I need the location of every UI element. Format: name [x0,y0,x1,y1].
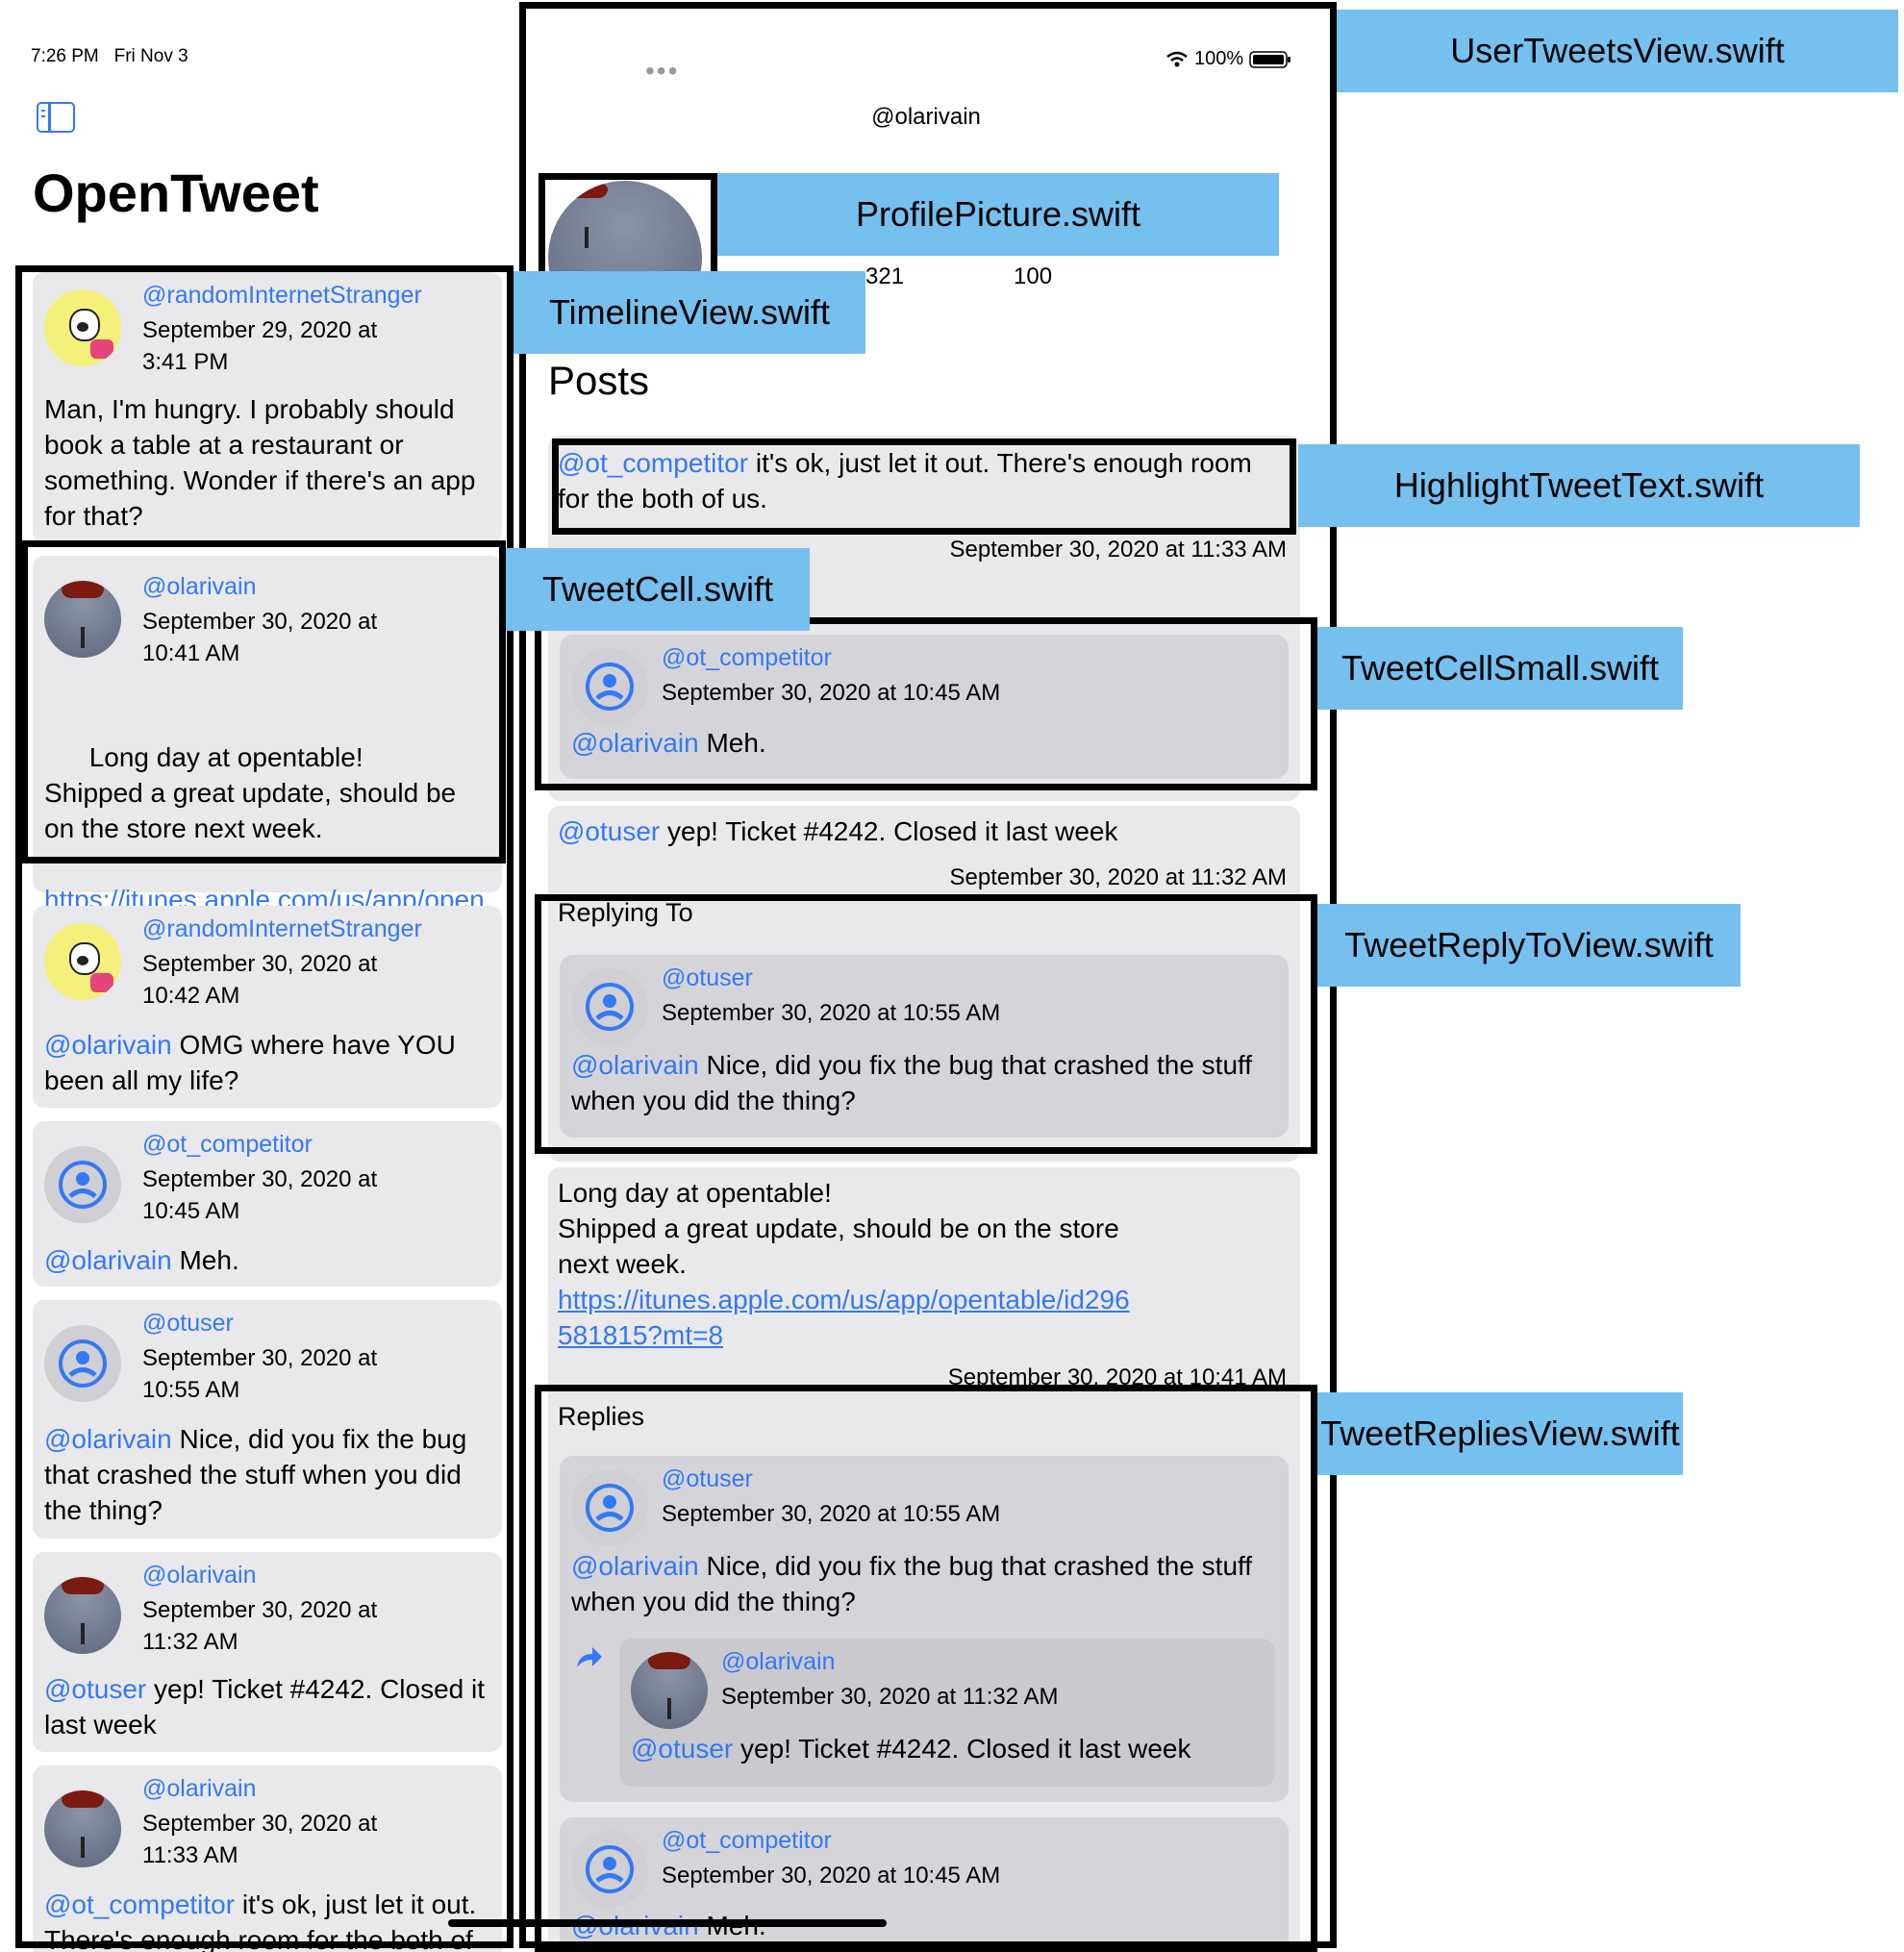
label-user-tweets-view: UserTweetsView.swift [1337,10,1898,92]
label-tweet-cell: TweetCell.swift [506,548,810,631]
frame-tweet-cell [21,540,506,863]
frame-tweet-cell-small [535,617,1317,790]
frame-timeline-view [15,265,514,1948]
label-profile-picture: ProfilePicture.swift [717,173,1279,256]
frame-highlight-tweet-text [552,438,1296,535]
page-title: OpenTweet [33,163,319,223]
status-time-text: 7:26 PM [31,46,99,66]
label-tweet-replies-view: TweetRepliesView.swift [1317,1392,1683,1475]
label-tweet-reply-to-view: TweetReplyToView.swift [1317,904,1741,987]
label-timeline-view: TimelineView.swift [514,271,865,354]
status-date-text: Fri Nov 3 [113,46,188,66]
sidebar-toggle-icon[interactable] [37,102,75,133]
frame-tweet-replies-view [535,1385,1317,1952]
frame-tweet-reply-to-view [535,894,1317,1154]
status-time: 7:26 PM Fri Nov 3 [31,46,188,67]
label-highlight-tweet-text: HighlightTweetText.swift [1298,444,1860,527]
label-tweet-cell-small: TweetCellSmall.swift [1317,627,1683,710]
frame-profile-picture [539,173,717,283]
